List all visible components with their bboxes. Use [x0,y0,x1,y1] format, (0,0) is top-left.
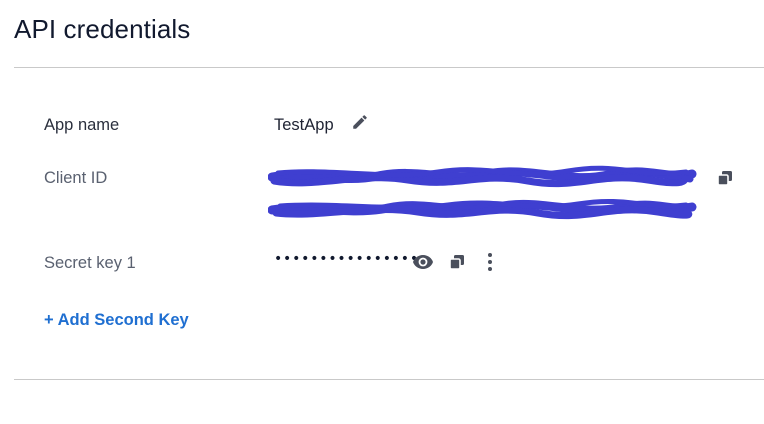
eye-icon[interactable] [412,253,434,271]
footer-divider [14,379,764,380]
header-divider [14,67,764,68]
copy-icon[interactable] [448,253,466,271]
client-id-label: Client ID [44,169,108,187]
pencil-icon[interactable] [351,113,369,131]
secret-key-masked-value: ••••••••••••••••• [274,251,428,267]
client-id-redacted-value [268,165,697,220]
secret-key-label: Secret key 1 [44,254,136,272]
page-title: API credentials [14,14,191,44]
kebab-menu-icon[interactable] [484,252,496,272]
app-name-value: TestApp [274,116,334,134]
app-name-label: App name [44,116,120,134]
copy-icon[interactable] [716,169,734,187]
add-second-key-button[interactable]: + Add Second Key [44,311,189,330]
